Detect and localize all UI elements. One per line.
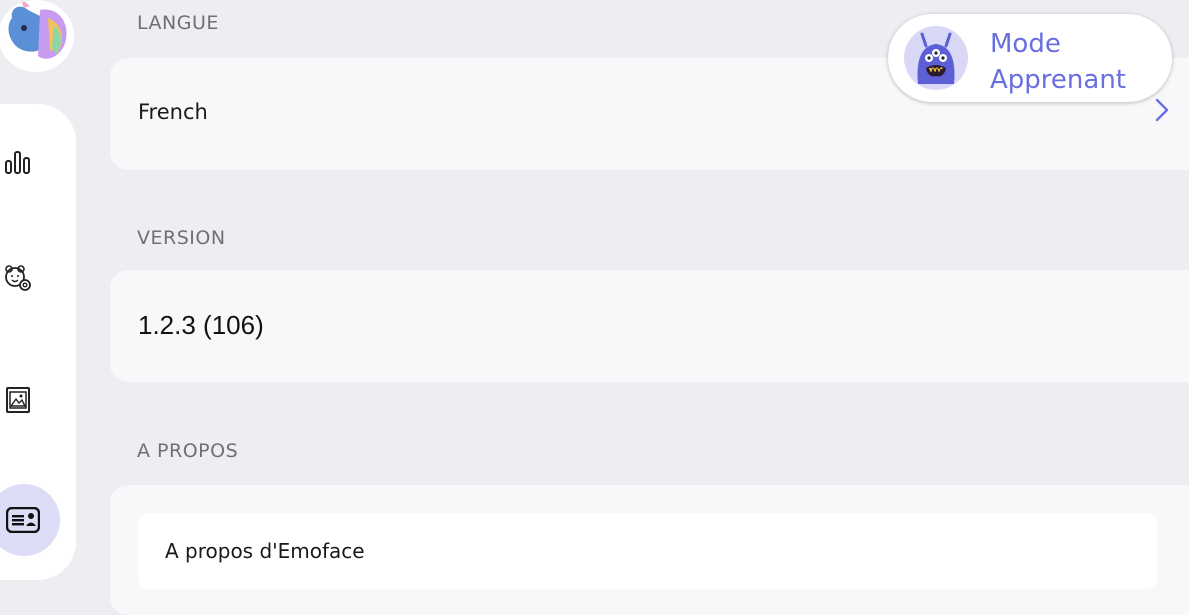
sidebar-item-images[interactable]: [2, 384, 34, 416]
user-avatar[interactable]: [0, 0, 74, 72]
version-card: 1.2.3 (106): [110, 270, 1189, 382]
chevron-right-icon: [1155, 98, 1169, 122]
mode-apprenant-label: Mode Apprenant: [990, 29, 1126, 95]
about-section-title: A PROPOS: [137, 440, 239, 462]
language-section-title: LANGUE: [137, 12, 219, 34]
sidebar-item-stats[interactable]: [2, 146, 34, 178]
id-card-icon: [6, 507, 40, 533]
child-settings-icon: [5, 265, 31, 291]
unicorn-icon: [8, 0, 67, 59]
about-emoface-label: A propos d'Emoface: [165, 539, 365, 563]
bar-chart-icon: [5, 151, 30, 174]
language-value: French: [138, 100, 208, 124]
version-section-title: VERSION: [137, 227, 226, 249]
version-value: 1.2.3 (106): [138, 310, 264, 340]
about-emoface-item[interactable]: A propos d'Emoface: [138, 513, 1157, 589]
image-icon: [6, 387, 30, 413]
sidebar-item-child-settings[interactable]: [2, 262, 34, 294]
about-card: A propos d'Emoface: [110, 485, 1189, 615]
mode-apprenant-button[interactable]: Mode Apprenant: [888, 14, 1172, 102]
monster-avatar-icon: [904, 26, 968, 90]
